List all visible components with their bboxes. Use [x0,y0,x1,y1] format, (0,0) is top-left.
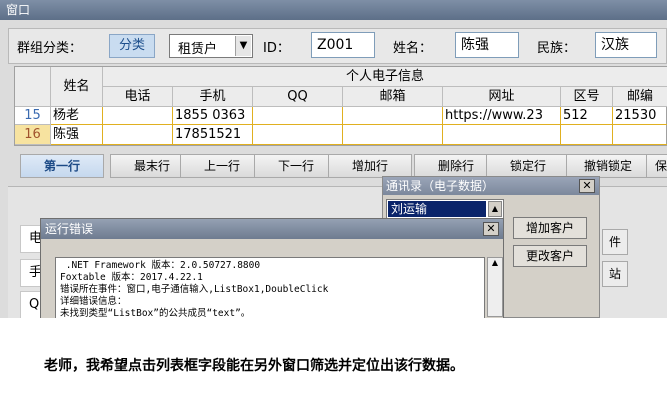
error-dialog-title: 运行错误 [41,219,503,239]
ethnic-label: 民族： [537,41,577,56]
app-window: 窗口 群组分类： 分类 租赁户 ▼ ID： Z001 姓名： 陈强 民族： 汉族… [0,0,667,318]
cell-zip[interactable] [613,125,667,145]
prev-row-button[interactable]: 上一行 [180,154,264,178]
save-button[interactable]: 保 [646,154,667,178]
header-group: 个人电子信息 [103,67,667,87]
cell-area[interactable]: 512 [561,107,613,125]
header-name: 姓名 [51,67,103,107]
error-dialog: 运行错误 ✕ .NET Framework 版本：2.0.50727.8800 … [40,218,504,318]
edit-customer-button[interactable]: 更改客户 [513,245,587,267]
website-side-button[interactable]: 站 [602,261,628,287]
col-phone: 电话 [103,87,173,107]
row-number: 16 [15,125,51,145]
next-row-button[interactable]: 下一行 [254,154,338,178]
data-grid[interactable]: 姓名 个人电子信息 电话 手机 QQ 邮箱 网址 区号 邮编 15 杨老 185… [14,66,667,146]
chevron-down-icon[interactable]: ▼ [235,36,251,56]
cell-mobile[interactable]: 1855 0363 [173,107,253,125]
tenant-combo[interactable]: 租赁户 ▼ [169,34,253,58]
add-row-button[interactable]: 增加行 [328,154,412,178]
window-title: 窗口 [0,0,667,20]
cell-name[interactable]: 杨老 [51,107,103,125]
lock-row-button[interactable]: 锁定行 [486,154,570,178]
unlock-button[interactable]: 撤销锁定 [566,154,650,178]
contacts-dialog-title: 通讯录（电子数据） [383,177,599,195]
tenant-combo-value: 租赁户 [178,42,218,57]
cell-name[interactable]: 陈强 [51,125,103,145]
email-side-button[interactable]: 件 [602,229,628,255]
row-number: 15 [15,107,51,125]
ethnic-field[interactable]: 汉族 [595,32,657,58]
error-message: .NET Framework 版本：2.0.50727.8800 Foxtabl… [55,257,485,318]
col-zip: 邮编 [613,87,667,107]
close-icon[interactable]: ✕ [483,222,499,236]
add-customer-button[interactable]: 增加客户 [513,217,587,239]
cell-email[interactable] [343,125,443,145]
cell-area[interactable] [561,125,613,145]
cell-url[interactable]: https://www.23 [443,107,561,125]
scroll-up-icon[interactable]: ▲ [488,201,502,217]
contacts-listbox[interactable]: 刘运输 ▲ [386,199,504,219]
col-qq: QQ [253,87,343,107]
close-icon[interactable]: ✕ [579,179,595,193]
col-url: 网址 [443,87,561,107]
id-field[interactable]: Z001 [311,32,375,58]
col-area: 区号 [561,87,613,107]
category-button[interactable]: 分类 [109,34,155,58]
cell-phone[interactable] [103,107,173,125]
col-mobile: 手机 [173,87,253,107]
cell-mobile[interactable]: 17851521 [173,125,253,145]
name-field[interactable]: 陈强 [455,32,519,58]
group-label: 群组分类： [17,41,83,56]
cell-qq[interactable] [253,125,343,145]
cell-phone[interactable] [103,125,173,145]
id-label: ID： [263,41,290,56]
list-item[interactable]: 刘运输 [388,201,486,217]
name-label: 姓名： [393,41,433,56]
grid-corner [15,67,51,107]
cell-email[interactable] [343,107,443,125]
question-text: 老师，我希望点击列表框字段能在另外窗口筛选并定位出该行数据。 [44,358,464,374]
col-email: 邮箱 [343,87,443,107]
cell-qq[interactable] [253,107,343,125]
scroll-up-icon[interactable]: ▲ [487,257,503,317]
filter-bar: 群组分类： 分类 租赁户 ▼ ID： Z001 姓名： 陈强 民族： 汉族 [8,28,667,64]
cell-zip[interactable]: 21530 [613,107,667,125]
first-row-button[interactable]: 第一行 [20,154,104,178]
cell-url[interactable] [443,125,561,145]
